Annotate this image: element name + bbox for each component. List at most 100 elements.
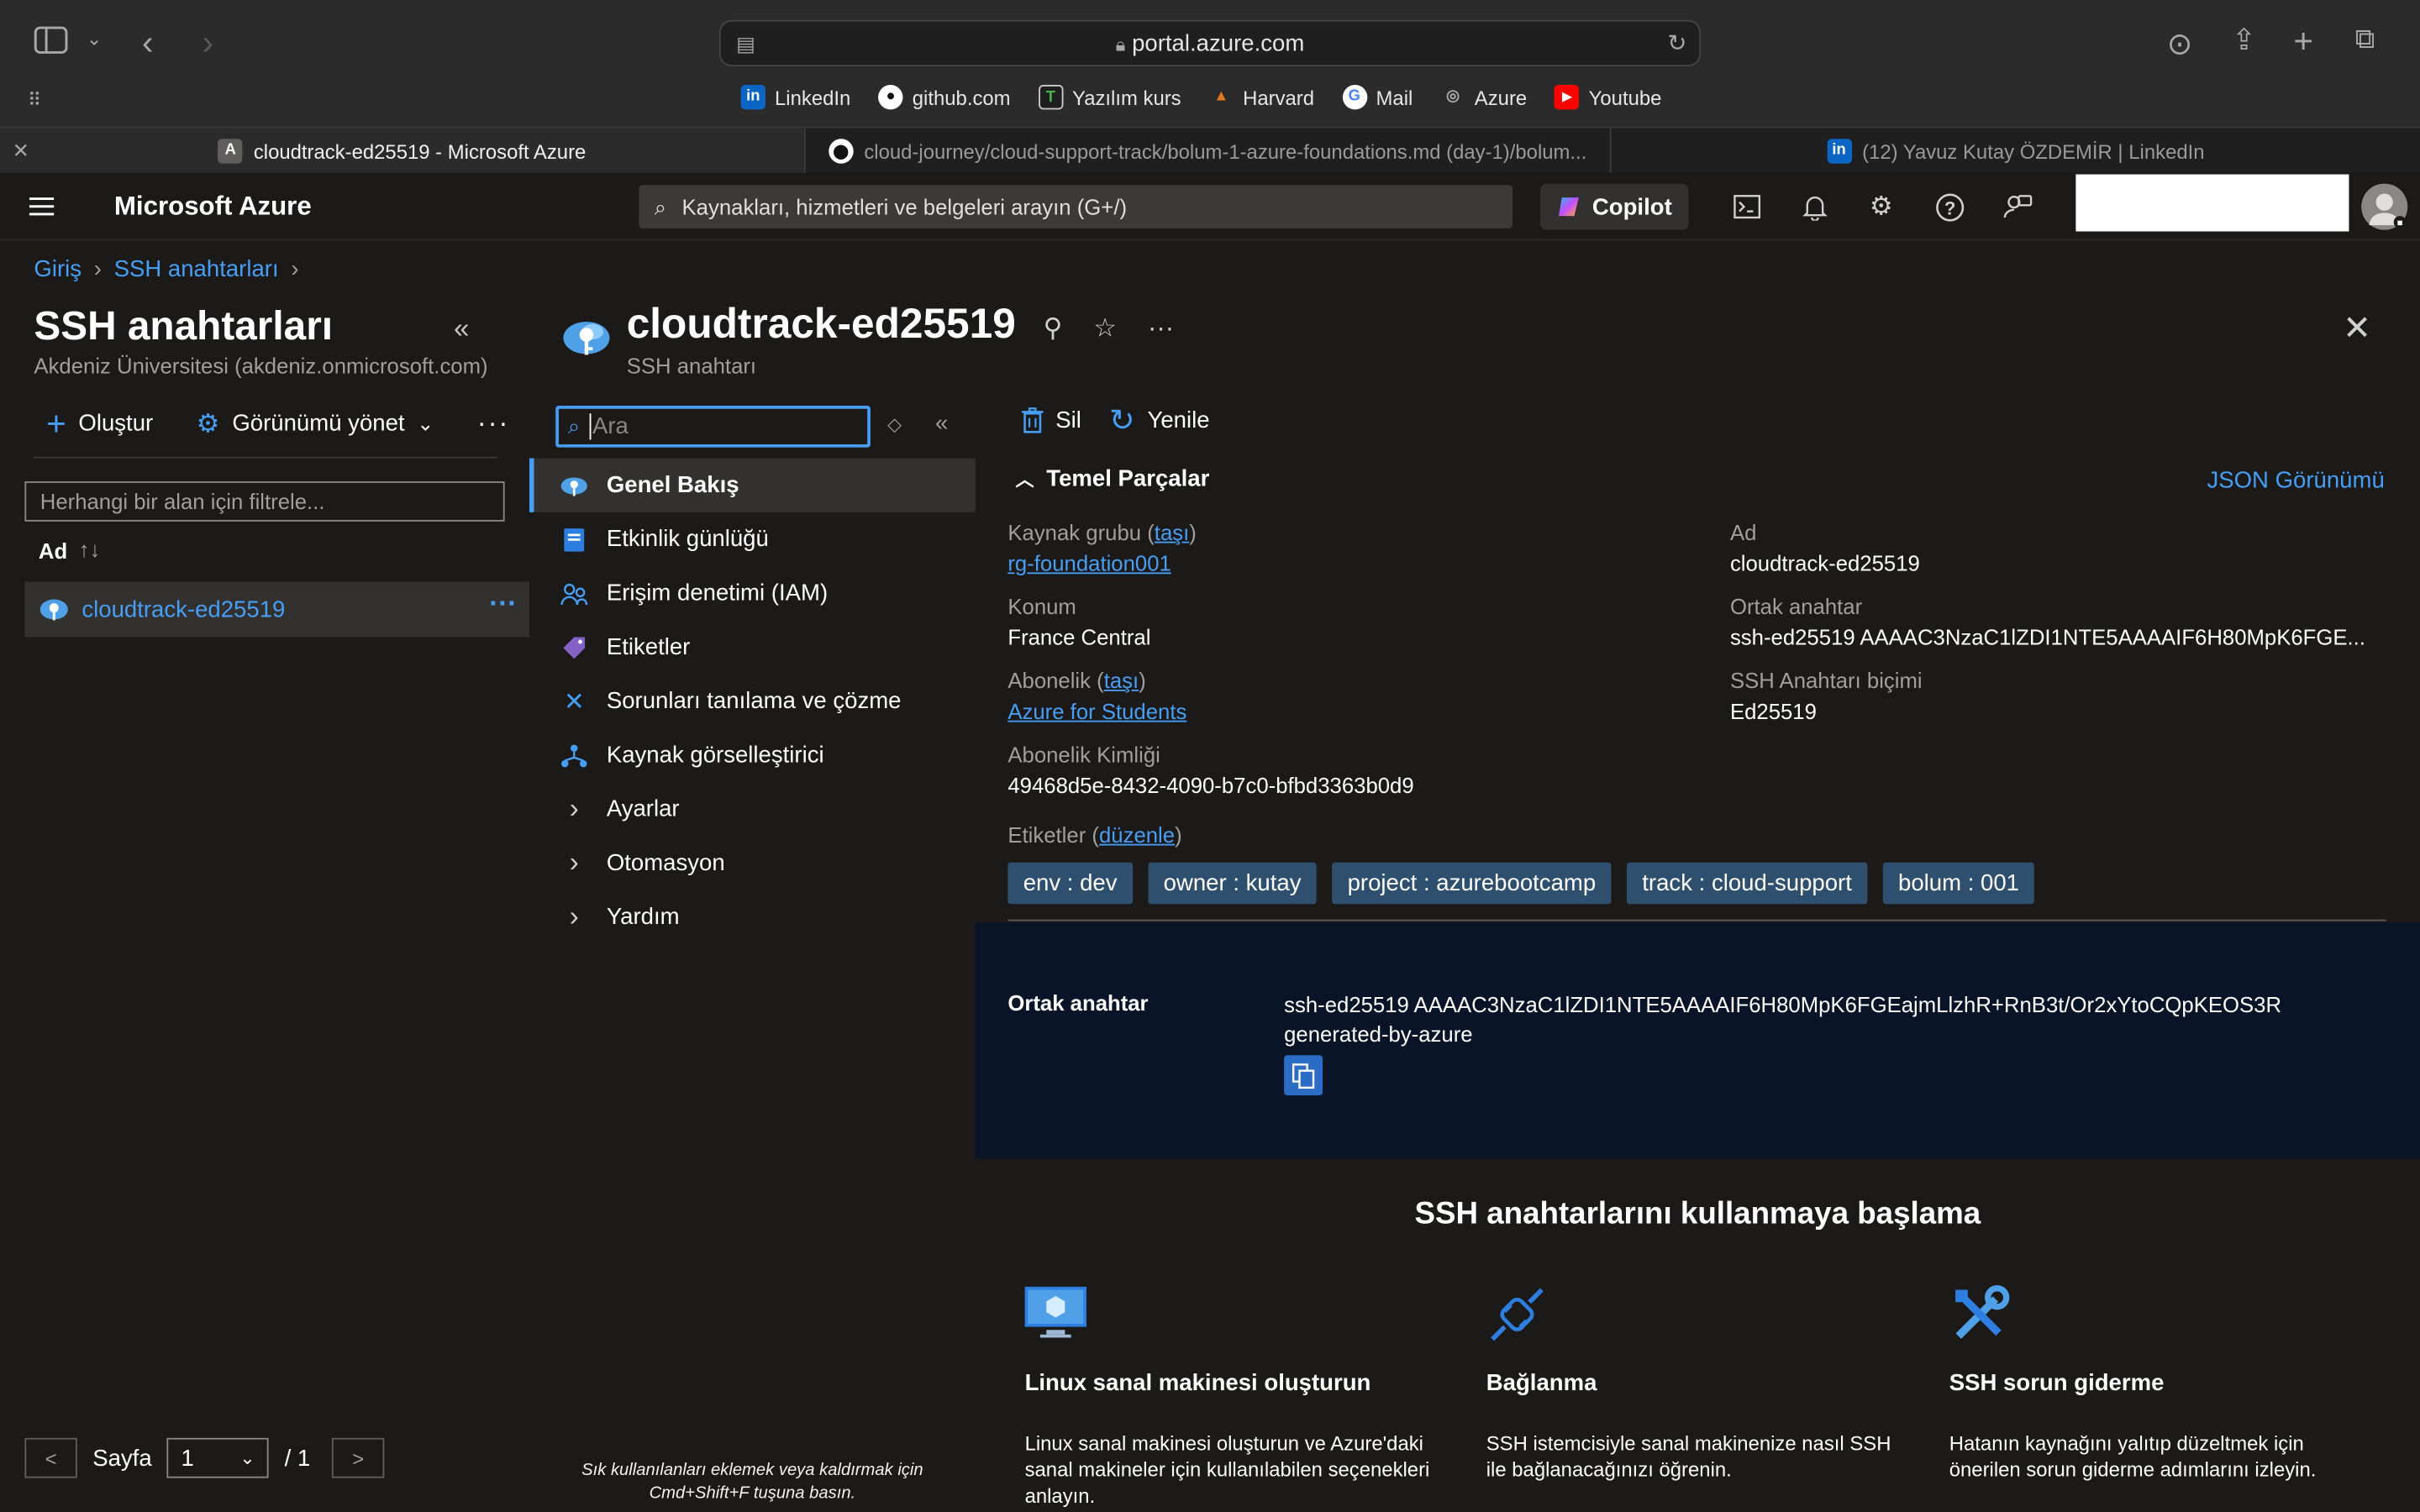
next-page-button[interactable]: > (331, 1437, 385, 1478)
expand-collapse-icon[interactable]: ◇ (887, 413, 902, 435)
grid-icon[interactable]: ⠿ (28, 90, 41, 112)
avatar-person-icon (2369, 193, 2407, 228)
github-icon: ● (878, 85, 903, 110)
delete-button[interactable]: Sil (1021, 407, 1081, 433)
download-icon[interactable]: ⊙ (2167, 24, 2193, 63)
account-name-box[interactable] (2075, 174, 2349, 232)
refresh-icon: ↻ (1108, 403, 1135, 438)
vm-icon (1024, 1286, 1087, 1338)
tab-linkedin[interactable]: in (12) Yavuz Kutay ÖZDEMİR | LinkedIn (1612, 128, 2420, 174)
essentials-toggle[interactable]: ︿ Temel Parçalar (1016, 466, 1210, 492)
prev-page-button[interactable]: < (24, 1437, 77, 1478)
favorite-linkedin[interactable]: in LinkedIn (740, 85, 850, 110)
copy-icon (1292, 1063, 1315, 1089)
menu-item-diagnose[interactable]: ✕ Sorunları tanılama ve çözme (529, 675, 976, 728)
hamburger-menu-icon[interactable] (24, 188, 60, 225)
menu-item-help[interactable]: › Yardım (529, 890, 976, 944)
manage-view-button[interactable]: Görünümü yönet (232, 411, 404, 437)
share-icon[interactable]: ⇪ (2232, 24, 2256, 59)
resource-group-link[interactable]: rg-foundation001 (1007, 551, 1171, 575)
resource-subtitle: SSH anahtarı (626, 353, 757, 378)
favorite-youtube[interactable]: ▶ Youtube (1555, 85, 1661, 110)
tab-github[interactable]: ⬤ cloud-journey/cloud-support-track/bolu… (806, 128, 1612, 175)
page-select[interactable]: 1 ⌄ (167, 1437, 270, 1478)
menu-item-visualizer[interactable]: Kaynak görselleştirici (529, 728, 976, 782)
address-bar[interactable]: ▤ 🔒︎ portal.azure.com ↻ (718, 19, 1702, 66)
azure-brand[interactable]: Microsoft Azure (114, 192, 312, 223)
divider (1007, 919, 2386, 921)
back-icon[interactable]: ‹ (142, 24, 153, 64)
breadcrumb-home[interactable]: Giriş (34, 256, 82, 282)
move-subscription-link[interactable]: taşı (1104, 668, 1139, 692)
star-icon[interactable]: ☆ (1093, 313, 1117, 344)
card-create-linux-vm[interactable]: Linux sanal makinesi oluşturun Linux san… (1024, 1284, 1442, 1509)
collapse-menu-icon[interactable]: « (935, 411, 948, 437)
trash-icon (1021, 407, 1044, 433)
notifications-bell-icon[interactable] (1797, 188, 1833, 225)
search-icon: ⌕ (654, 193, 667, 218)
menu-item-settings[interactable]: › Ayarlar (529, 782, 976, 836)
list-item[interactable]: cloudtrack-ed25519 ··· (24, 581, 529, 638)
new-tab-icon[interactable]: + (2293, 22, 2313, 62)
filter-input[interactable]: Herhangi bir alan için filtrele... (24, 481, 505, 522)
rocket-icon: ▲ (1213, 87, 1229, 105)
close-icon[interactable]: ✕ (2343, 308, 2371, 349)
more-options-icon[interactable]: ··· (1148, 313, 1174, 344)
favorite-azure[interactable]: ◎ Azure (1440, 85, 1527, 109)
url-text: 🔒︎ portal.azure.com (1115, 30, 1305, 57)
menu-item-automation[interactable]: › Otomasyon (529, 836, 976, 890)
favorites-hint: Sık kullanılanları eklemek veya kaldırma… (581, 1461, 923, 1503)
close-tab-icon[interactable]: ✕ (13, 139, 29, 163)
move-rg-link[interactable]: taşı (1155, 520, 1189, 544)
tab-overview-icon[interactable]: ⧉ (2355, 24, 2375, 56)
list-item-label[interactable]: cloudtrack-ed25519 (82, 597, 285, 623)
favorite-course[interactable]: T Yazılım kurs (1038, 85, 1181, 110)
json-view-link[interactable]: JSON Görünümü (2207, 468, 2384, 494)
tag-badge: env : dev (1007, 862, 1133, 905)
chevron-right-icon: › (569, 847, 579, 879)
menu-search-input[interactable]: ⌕ Ara (555, 406, 871, 448)
tab-azure[interactable]: ✕ A cloudtrack-ed25519 - Microsoft Azure (0, 128, 806, 175)
create-button[interactable]: Oluştur (78, 411, 153, 437)
avatar[interactable] (2361, 183, 2408, 230)
collapse-double-chevron-icon[interactable]: « (454, 313, 469, 346)
browser-toolbar: ⌄ ‹ › ⠿ ▤ 🔒︎ portal.azure.com ↻ ⊙ ⇪ + ⧉ … (0, 0, 2420, 127)
divider (34, 456, 497, 459)
cloud-shell-icon[interactable] (1728, 188, 1765, 225)
feedback-icon[interactable] (1999, 188, 2036, 225)
card-connect[interactable]: Bağlanma SSH istemcisiyle sanal makineni… (1486, 1284, 1903, 1483)
tag-icon (560, 633, 588, 661)
chevron-down-icon[interactable]: ⌄ (417, 411, 434, 435)
copy-button[interactable] (1284, 1055, 1323, 1096)
refresh-button[interactable]: ↻ Yenile (1108, 403, 1210, 438)
global-search-input[interactable]: ⌕ Kaynakları, hizmetleri ve belgeleri ar… (639, 185, 1512, 228)
favorite-github[interactable]: ● github.com (878, 85, 1011, 110)
row-more-icon[interactable]: ··· (489, 588, 517, 621)
card-ssh-troubleshoot[interactable]: SSH sorun giderme Hatanın kaynağını yalı… (1949, 1284, 2366, 1483)
menu-item-overview[interactable]: Genel Bakış (529, 458, 976, 512)
chevron-down-icon[interactable]: ⌄ (87, 28, 102, 50)
pager: < Sayfa 1 ⌄ / 1 > (24, 1437, 385, 1478)
sidebar-toggle-icon[interactable] (34, 26, 68, 54)
ssh-key-resource-icon (563, 321, 610, 355)
sort-icon[interactable]: ↑↓ (79, 537, 101, 561)
reload-icon[interactable]: ↻ (1667, 29, 1686, 57)
more-options-icon[interactable]: ··· (477, 407, 510, 440)
menu-item-iam[interactable]: Erişim denetimi (IAM) (529, 566, 976, 620)
forward-icon[interactable]: › (203, 24, 213, 64)
help-icon[interactable]: ? (1931, 188, 1968, 225)
pin-icon[interactable]: ⚲ (1044, 313, 1063, 344)
favorite-mail[interactable]: G Mail (1342, 85, 1413, 110)
list-blade-subtitle: Akdeniz Üniversitesi (akdeniz.onmicrosof… (34, 353, 488, 378)
favorite-harvard[interactable]: ▲ Harvard (1209, 85, 1314, 109)
copilot-button[interactable]: Copilot (1540, 183, 1689, 230)
column-header-name[interactable]: Ad (39, 538, 67, 563)
menu-item-tags[interactable]: Etiketler (529, 620, 976, 674)
plug-icon (1491, 1288, 1544, 1341)
subscription-link[interactable]: Azure for Students (1007, 699, 1186, 723)
menu-item-activity-log[interactable]: Etkinlik günlüğü (529, 512, 976, 566)
breadcrumb-ssh-keys[interactable]: SSH anahtarları (114, 256, 279, 282)
ssh-key-cloud-icon (39, 599, 68, 621)
edit-tags-link[interactable]: düzenle (1099, 822, 1175, 847)
settings-gear-icon[interactable]: ⚙ (1863, 188, 1900, 225)
